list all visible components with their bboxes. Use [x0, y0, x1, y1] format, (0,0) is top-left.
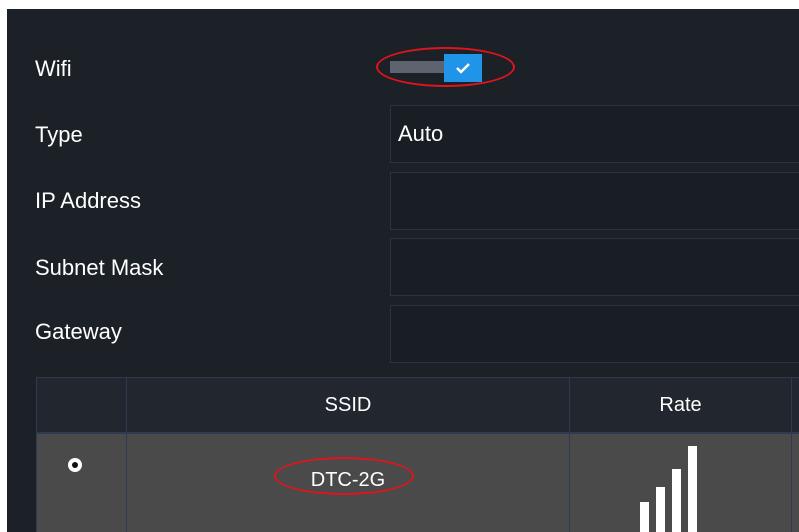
- ssid-cell[interactable]: DTC-2G: [126, 433, 570, 532]
- toggle-knob: [444, 54, 482, 82]
- radio-dot: [72, 462, 78, 468]
- extra-column-header: [791, 377, 799, 433]
- gateway-field[interactable]: [390, 305, 799, 363]
- type-select[interactable]: Auto: [390, 105, 799, 163]
- radio-selected-icon[interactable]: [68, 458, 82, 472]
- extra-cell: [791, 433, 799, 532]
- rate-cell: [569, 433, 792, 532]
- toggle-track: [390, 61, 450, 73]
- signal-strength-icon: [640, 434, 700, 532]
- row-select-cell[interactable]: [36, 433, 127, 532]
- subnet-mask-field[interactable]: [390, 238, 799, 296]
- rate-column-header: Rate: [569, 377, 792, 433]
- wifi-network-table: SSID Rate DTC-2G: [36, 377, 799, 532]
- type-label: Type: [35, 122, 83, 147]
- ip-address-field[interactable]: [390, 172, 799, 230]
- signal-bar-2: [656, 487, 665, 532]
- ssid-value: DTC-2G: [310, 469, 386, 491]
- ssid-column-header: SSID: [126, 377, 570, 433]
- signal-bar-1: [640, 502, 649, 532]
- network-settings-panel: Wifi Type Auto IP Address Subnet Mask Ga…: [7, 9, 799, 532]
- ip-address-label: IP Address: [35, 188, 141, 213]
- wifi-toggle[interactable]: [390, 54, 500, 84]
- wifi-label: Wifi: [35, 56, 72, 81]
- check-icon: [456, 63, 470, 74]
- gateway-label: Gateway: [35, 319, 122, 344]
- subnet-mask-label: Subnet Mask: [35, 255, 164, 280]
- select-column-header: [36, 377, 127, 433]
- signal-bar-4: [688, 446, 697, 532]
- signal-bar-3: [672, 469, 681, 532]
